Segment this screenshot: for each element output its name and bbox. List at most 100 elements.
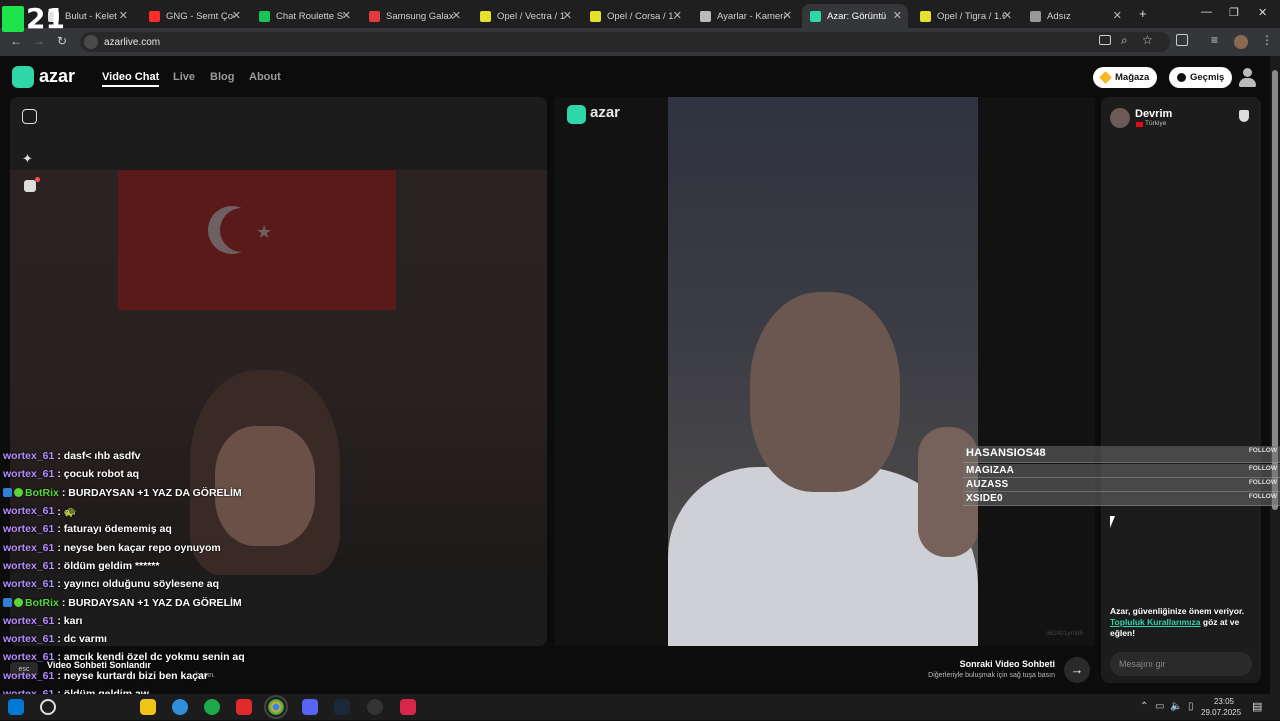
effects-sparkle-icon[interactable]: ✦ bbox=[22, 151, 33, 167]
store-button[interactable]: Mağaza bbox=[1093, 67, 1158, 88]
history-label: Geçmiş bbox=[1190, 72, 1225, 83]
nav-blog[interactable]: Blog bbox=[210, 71, 234, 83]
tab-favicon-icon bbox=[810, 10, 821, 22]
stream-chat-overlay: wortex_61: dasf< ıhb asdfv wortex_61: çoc… bbox=[3, 447, 303, 721]
message-input[interactable]: Mesajını gir bbox=[1110, 652, 1252, 676]
chat-username: wortex_61 bbox=[3, 468, 55, 481]
app-red-icon[interactable] bbox=[400, 699, 416, 715]
tab-close-icon[interactable]: ✕ bbox=[893, 9, 902, 22]
minimize-icon[interactable]: — bbox=[1201, 6, 1212, 18]
browser-tab[interactable]: Opel / Vectra / 1.8✕ bbox=[472, 4, 578, 28]
clock-date[interactable]: 29.07.2025 bbox=[1201, 708, 1241, 717]
tab-label: GNG - Semt Çocu bbox=[166, 10, 234, 22]
partner-avatar[interactable] bbox=[1110, 108, 1130, 128]
clock-time[interactable]: 23:05 bbox=[1207, 697, 1241, 706]
follow-label: FOLLOW bbox=[1248, 493, 1277, 500]
zoom-icon[interactable]: ⌕ bbox=[1121, 33, 1128, 48]
tab-close-icon[interactable]: ✕ bbox=[119, 9, 128, 22]
install-app-icon[interactable] bbox=[1099, 35, 1111, 45]
menu-kebab-icon[interactable]: ⋮ bbox=[1261, 33, 1273, 47]
file-explorer-icon[interactable] bbox=[140, 699, 156, 715]
nav-live[interactable]: Live bbox=[173, 71, 195, 83]
chat-message: wortex_61: neyse kurtardı bizi ben kaçar bbox=[3, 667, 303, 685]
browser-tab[interactable]: Azar: Görüntü ✕ bbox=[802, 4, 908, 28]
tab-close-icon[interactable]: ✕ bbox=[783, 9, 792, 22]
extensions-icon[interactable] bbox=[1176, 34, 1188, 46]
azar-watermark-text: azar bbox=[590, 104, 621, 121]
tab-favicon-icon bbox=[369, 10, 380, 22]
xbox-icon[interactable] bbox=[204, 699, 220, 715]
safety-text: Azar, güvenliğinize önem veriyor. bbox=[1110, 606, 1245, 616]
tab-close-icon[interactable]: ✕ bbox=[1003, 9, 1012, 22]
bookmark-star-icon[interactable]: ☆ bbox=[1142, 33, 1153, 47]
notification-center-icon[interactable]: ▤ bbox=[1252, 700, 1262, 713]
nav-video-chat[interactable]: Video Chat bbox=[102, 71, 160, 87]
search-icon[interactable] bbox=[40, 699, 56, 715]
browser-tab[interactable]: Opel / Tigra / 1.6 ✕ bbox=[912, 4, 1018, 28]
follow-row: HASANSIOS48 FOLLOW bbox=[963, 446, 1280, 463]
chat-text: : karı bbox=[57, 614, 83, 627]
tab-favicon-icon bbox=[480, 10, 491, 22]
azar-logo-text[interactable]: azar bbox=[39, 66, 75, 87]
community-rules-link[interactable]: Topluluk Kurallarımıza bbox=[1110, 617, 1201, 627]
volume-icon[interactable]: 🔈 bbox=[1170, 701, 1182, 712]
safety-notice: Azar, güvenliğinize önem veriyor. Toplul… bbox=[1110, 606, 1255, 639]
battery-icon[interactable]: ▯ bbox=[1188, 701, 1194, 712]
chat-text: : amcık kendi özel dc yokmu senin aq bbox=[57, 651, 245, 664]
azar-logo-icon[interactable] bbox=[12, 66, 34, 88]
browser-tab[interactable]: Adsız ✕ bbox=[1022, 4, 1128, 28]
winrar-icon[interactable] bbox=[236, 699, 252, 715]
clock-icon bbox=[1177, 73, 1186, 82]
chat-username: wortex_61 bbox=[3, 559, 55, 572]
chat-text: : yayıncı olduğunu söylesene aq bbox=[57, 578, 219, 591]
chrome-icon[interactable] bbox=[264, 695, 288, 719]
steam-icon[interactable] bbox=[334, 699, 350, 715]
mask-face-icon[interactable] bbox=[24, 180, 36, 192]
tab-close-icon[interactable]: ✕ bbox=[673, 9, 682, 22]
profile-avatar[interactable] bbox=[1234, 35, 1248, 49]
obs-icon[interactable] bbox=[367, 699, 383, 715]
follower-name: HASANSIOS48 bbox=[966, 447, 1046, 459]
chat-message: wortex_61: karı bbox=[3, 612, 303, 630]
close-window-icon[interactable]: ✕ bbox=[1258, 6, 1267, 19]
site-info-icon[interactable] bbox=[84, 35, 98, 49]
tab-close-icon[interactable]: ✕ bbox=[452, 9, 461, 22]
reading-list-icon[interactable]: ≡ bbox=[1211, 33, 1218, 47]
next-chat-button[interactable]: → bbox=[1064, 657, 1090, 683]
tab-close-icon[interactable]: ✕ bbox=[1113, 9, 1122, 22]
url-field[interactable]: azarlive.com bbox=[80, 32, 1170, 52]
user-profile-icon[interactable] bbox=[1239, 68, 1256, 87]
tab-close-icon[interactable]: ✕ bbox=[563, 9, 572, 22]
tab-close-icon[interactable]: ✕ bbox=[232, 9, 241, 22]
reload-icon[interactable]: ↻ bbox=[57, 34, 67, 48]
windows-taskbar bbox=[0, 694, 1280, 720]
tray-chevron-icon[interactable]: ⌃ bbox=[1140, 701, 1148, 712]
back-icon[interactable]: ← bbox=[10, 34, 22, 48]
tab-favicon-icon bbox=[259, 10, 270, 22]
follow-label: FOLLOW bbox=[1248, 465, 1277, 472]
start-icon[interactable] bbox=[8, 699, 24, 715]
browser-tab[interactable]: Ayarlar - Kamera ✕ bbox=[692, 4, 798, 28]
edge-icon[interactable] bbox=[172, 699, 188, 715]
tab-close-icon[interactable]: ✕ bbox=[342, 9, 351, 22]
tab-favicon-icon bbox=[149, 10, 160, 22]
browser-tab[interactable]: Opel / Corsa / 1.4 ✕ bbox=[582, 4, 688, 28]
browser-tab[interactable]: GNG - Semt Çocu✕ bbox=[141, 4, 247, 28]
discord-icon[interactable] bbox=[302, 699, 318, 715]
browser-tab[interactable]: Samsung Galaxy S✕ bbox=[361, 4, 467, 28]
chat-username: wortex_61 bbox=[3, 614, 55, 627]
browser-tab[interactable]: Chat Roulette Stra✕ bbox=[251, 4, 357, 28]
new-tab-button[interactable]: + bbox=[1139, 6, 1147, 21]
chat-username: wortex_61 bbox=[3, 633, 55, 646]
chat-text: : çocuk robot aq bbox=[57, 468, 140, 481]
history-button[interactable]: Geçmiş bbox=[1169, 67, 1233, 88]
maximize-icon[interactable]: ❐ bbox=[1229, 6, 1239, 19]
scrollbar-thumb[interactable] bbox=[1272, 70, 1278, 510]
tab-label: Opel / Vectra / 1.8 bbox=[497, 10, 565, 22]
expand-icon[interactable] bbox=[22, 109, 37, 124]
report-shield-icon[interactable] bbox=[1239, 110, 1249, 122]
network-icon[interactable]: ▭ bbox=[1155, 701, 1164, 712]
nav-about[interactable]: About bbox=[249, 71, 281, 83]
chat-username: wortex_61 bbox=[3, 651, 55, 664]
forward-icon[interactable]: → bbox=[33, 34, 45, 48]
